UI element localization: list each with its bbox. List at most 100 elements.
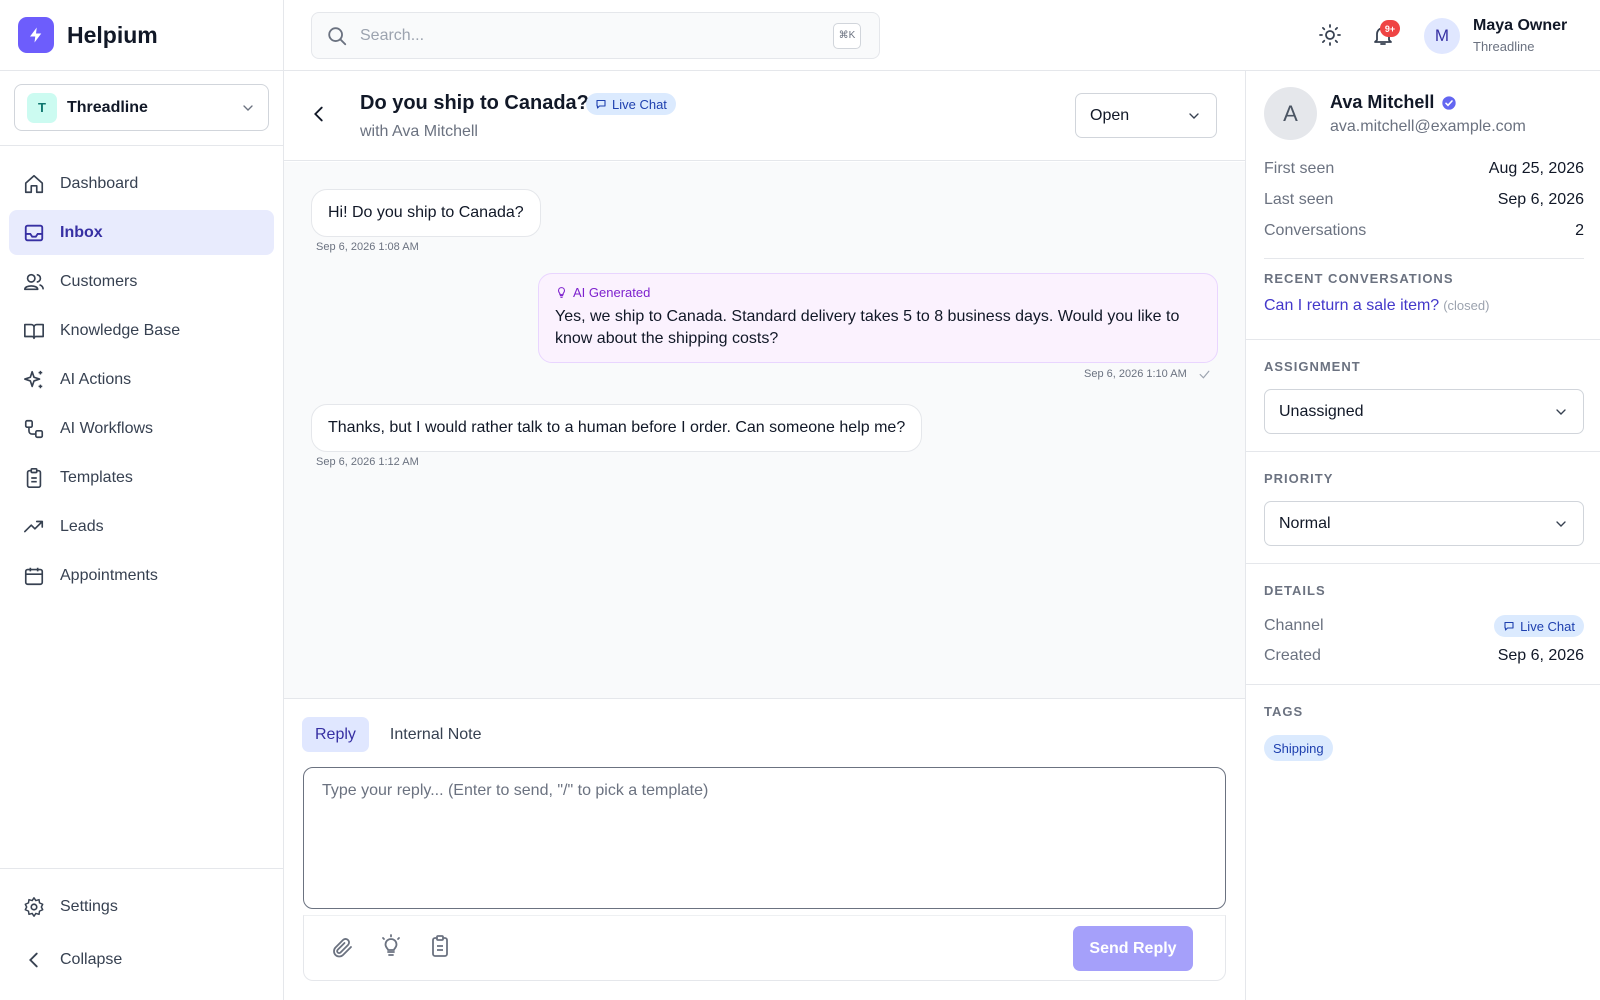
lightbulb-icon[interactable] (379, 934, 403, 958)
divider (1246, 563, 1600, 564)
sidebar: Helpium T Threadline Dashboard Inbox Cus… (0, 0, 284, 1000)
created-row: Created Sep 6, 2026 (1264, 647, 1584, 665)
workflow-icon (24, 419, 44, 438)
conversations-row: Conversations 2 (1264, 222, 1584, 240)
message-text: Thanks, but I would rather talk to a hum… (328, 419, 906, 436)
last-seen-row: Last seen Sep 6, 2026 (1264, 191, 1584, 209)
nav-customers[interactable]: Customers (9, 259, 274, 304)
details-heading: DETAILS (1264, 583, 1326, 598)
app-name: Helpium (67, 21, 158, 48)
tags-heading: TAGS (1264, 704, 1304, 719)
customer-message: Thanks, but I would rather talk to a hum… (311, 404, 923, 452)
channel-row: Channel Live Chat (1264, 615, 1584, 637)
customer-panel: A Ava Mitchell ava.mitchell@example.com … (1245, 71, 1600, 1000)
book-open-icon (24, 323, 44, 339)
user-org: Threadline (1473, 39, 1535, 54)
customer-message: Hi! Do you ship to Canada? (311, 189, 541, 237)
user-name[interactable]: Maya Owner (1473, 17, 1567, 35)
first-seen-row: First seen Aug 25, 2026 (1264, 160, 1584, 178)
recent-conversation-link[interactable]: Can I return a sale item? (closed) (1264, 297, 1489, 315)
gear-icon (24, 896, 44, 917)
avatar[interactable]: M (1424, 18, 1460, 54)
last-seen-label: Last seen (1264, 191, 1334, 208)
trending-up-icon (24, 520, 44, 532)
message-list: Hi! Do you ship to Canada? Sep 6, 2026 1… (284, 162, 1245, 699)
nav-label: Appointments (60, 566, 158, 584)
customer-name-text: Ava Mitchell (1330, 92, 1435, 112)
lightning-icon[interactable] (18, 17, 54, 53)
topbar: Search... ⌘K 9+ M Maya Owner Threadline (284, 0, 1600, 71)
calendar-icon (24, 567, 44, 585)
nav-templates[interactable]: Templates (9, 455, 274, 500)
clipboard-icon[interactable] (428, 934, 452, 958)
composer-toolbar: Send Reply (303, 915, 1226, 981)
customer-avatar: A (1264, 87, 1317, 140)
ai-generated-label: AI Generated (555, 285, 1201, 300)
channel-value: Live Chat (1520, 618, 1575, 634)
customer-name[interactable]: Ava Mitchell (1330, 92, 1457, 113)
assignment-value: Unassigned (1279, 402, 1364, 420)
conversation-header: Do you ship to Canada? Live Chat with Av… (284, 71, 1245, 161)
collapse-button[interactable]: Collapse (9, 937, 274, 982)
nav-leads[interactable]: Leads (9, 504, 274, 549)
nav-appointments[interactable]: Appointments (9, 553, 274, 598)
back-arrow-icon[interactable] (308, 103, 330, 125)
nav-label: Leads (60, 517, 104, 535)
message-time: Sep 6, 2026 1:08 AM (316, 241, 419, 253)
status-value: Open (1090, 106, 1130, 124)
nav-dashboard[interactable]: Dashboard (9, 161, 274, 206)
search-placeholder: Search... (360, 26, 425, 44)
tab-internal-note[interactable]: Internal Note (377, 717, 495, 752)
message-text: Hi! Do you ship to Canada? (328, 204, 524, 221)
status-select[interactable]: Open (1075, 93, 1217, 138)
nav-label: Inbox (60, 223, 103, 241)
first-seen-value: Aug 25, 2026 (1488, 160, 1584, 177)
chevron-left-icon (29, 952, 38, 967)
org-avatar: T (27, 92, 57, 123)
recent-conversation-title: Can I return a sale item? (1264, 297, 1440, 314)
nav-knowledge-base[interactable]: Knowledge Base (9, 308, 274, 353)
divider (1246, 339, 1600, 340)
users-icon (24, 273, 44, 290)
brand: Helpium (0, 0, 283, 71)
nav-label: Customers (60, 272, 138, 290)
tag-chip[interactable]: Shipping (1264, 735, 1333, 761)
main-nav: Dashboard Inbox Customers Knowledge Base… (0, 146, 283, 617)
recent-conversations-heading: RECENT CONVERSATIONS (1264, 271, 1454, 286)
reply-textarea[interactable]: Type your reply... (Enter to send, "/" t… (303, 767, 1226, 909)
priority-heading: PRIORITY (1264, 471, 1334, 486)
assignment-heading: ASSIGNMENT (1264, 359, 1361, 374)
channel-badge: Live Chat (1494, 615, 1584, 637)
paperclip-icon[interactable] (331, 936, 355, 960)
chevron-down-icon (1556, 408, 1566, 415)
assignment-select[interactable]: Unassigned (1264, 389, 1584, 434)
org-name: Threadline (67, 98, 148, 116)
nav-label: Knowledge Base (60, 321, 181, 339)
last-seen-value: Sep 6, 2026 (1497, 191, 1584, 208)
nav-label: AI Actions (60, 370, 132, 388)
clipboard-icon (26, 467, 42, 488)
lightbulb-icon (557, 287, 566, 298)
nav-inbox[interactable]: Inbox (9, 210, 274, 255)
tab-reply[interactable]: Reply (302, 717, 369, 752)
chat-bubble-icon (1504, 621, 1514, 631)
conversation-subtitle: with Ava Mitchell (360, 123, 478, 140)
send-reply-button[interactable]: Send Reply (1073, 926, 1193, 971)
reply-composer: Reply Internal Note Type your reply... (… (284, 699, 1245, 1000)
settings-label: Settings (60, 897, 118, 915)
created-value: Sep 6, 2026 (1497, 647, 1584, 664)
org-switcher[interactable]: T Threadline (14, 84, 269, 131)
sun-icon[interactable] (1318, 23, 1342, 47)
sparkles-icon (24, 370, 43, 388)
nav-settings[interactable]: Settings (9, 884, 274, 929)
conversation-panel: Do you ship to Canada? Live Chat with Av… (284, 71, 1245, 1000)
nav-ai-workflows[interactable]: AI Workflows (9, 406, 274, 451)
chevron-down-icon (243, 104, 253, 111)
nav-ai-actions[interactable]: AI Actions (9, 357, 274, 402)
priority-value: Normal (1279, 514, 1331, 532)
divider (1264, 258, 1584, 259)
ai-label-text: AI Generated (573, 285, 651, 300)
priority-select[interactable]: Normal (1264, 501, 1584, 546)
conversations-count: 2 (1575, 222, 1584, 239)
search-input[interactable]: Search... ⌘K (311, 12, 880, 59)
